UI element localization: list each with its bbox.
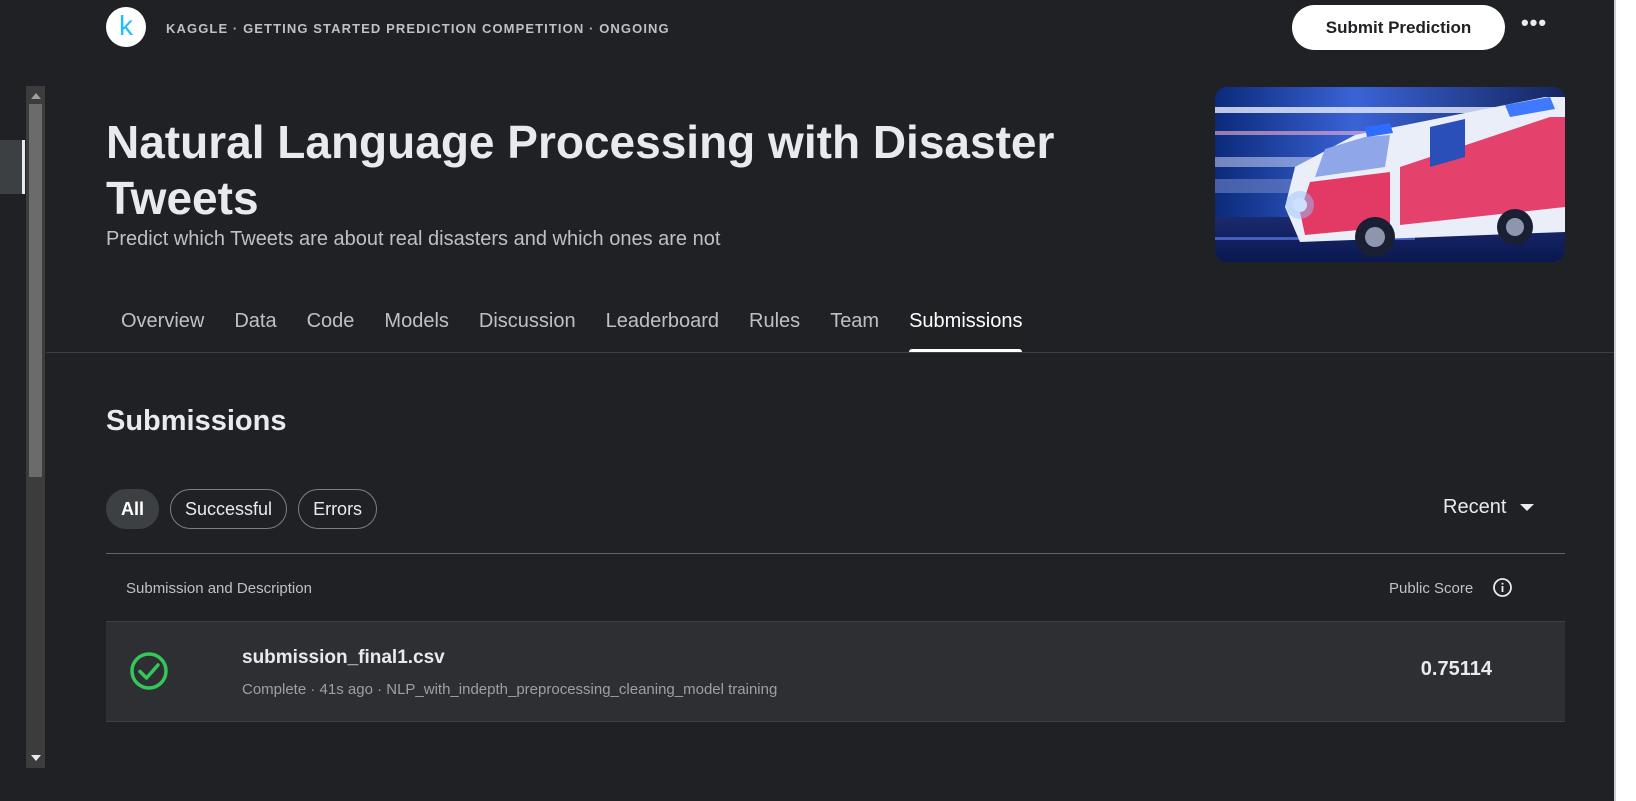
tab-models[interactable]: Models [369, 300, 463, 353]
sidebar-active-marker[interactable] [0, 140, 25, 194]
competition-tabs: Overview Data Code Models Discussion Lea… [106, 300, 1037, 353]
submission-filters: All Successful Errors [106, 489, 378, 529]
tab-team[interactable]: Team [815, 300, 894, 353]
sort-label: Recent [1443, 496, 1507, 518]
ambulance-illustration [1215, 87, 1565, 262]
filter-errors-chip[interactable]: Errors [298, 489, 378, 529]
tab-overview[interactable]: Overview [106, 300, 219, 353]
public-score: 0.75114 [1420, 658, 1492, 680]
column-header-public-score: Public Score [1389, 580, 1474, 597]
submission-meta: Complete · 41s ago · NLP_with_indepth_pr… [242, 681, 778, 698]
page-title: Natural Language Processing with Disaste… [106, 116, 1055, 224]
filter-successful-chip[interactable]: Successful [170, 489, 288, 529]
caret-down-icon [1520, 504, 1535, 512]
page-subtitle: Predict which Tweets are about real disa… [106, 228, 721, 250]
submit-prediction-button[interactable]: Submit Prediction [1292, 5, 1505, 50]
sort-dropdown[interactable]: Recent [1443, 496, 1535, 519]
table-row[interactable]: submission_final1.csv Complete · 41s ago… [106, 621, 1565, 722]
submission-file-name[interactable]: submission_final1.csv [242, 647, 445, 669]
tab-data[interactable]: Data [219, 300, 291, 353]
info-icon[interactable] [1492, 577, 1513, 598]
scrollbar-thumb[interactable] [29, 104, 42, 477]
breadcrumb: KAGGLE · GETTING STARTED PREDICTION COMP… [166, 21, 670, 36]
check-circle-icon [130, 652, 168, 690]
vertical-scrollbar[interactable] [26, 86, 45, 768]
section-title: Submissions [106, 405, 287, 437]
table-divider [106, 553, 1565, 554]
tab-leaderboard[interactable]: Leaderboard [591, 300, 734, 353]
scroll-down-arrow[interactable] [31, 755, 41, 761]
column-header-submission: Submission and Description [126, 580, 312, 597]
more-options-icon[interactable]: ••• [1518, 12, 1550, 42]
scroll-up-arrow[interactable] [31, 93, 41, 99]
page-scrollbar[interactable] [1614, 0, 1636, 801]
filter-all-chip[interactable]: All [106, 489, 160, 529]
tab-code[interactable]: Code [292, 300, 370, 353]
tab-discussion[interactable]: Discussion [464, 300, 591, 353]
kaggle-logo[interactable]: k [106, 7, 146, 47]
left-sidebar [0, 0, 46, 801]
scrollbar-edge [1614, 0, 1616, 801]
tab-submissions[interactable]: Submissions [894, 300, 1037, 353]
main-content: k KAGGLE · GETTING STARTED PREDICTION CO… [46, 0, 1614, 801]
tab-divider [46, 352, 1614, 353]
competition-banner-image [1215, 87, 1565, 262]
tab-rules[interactable]: Rules [734, 300, 815, 353]
